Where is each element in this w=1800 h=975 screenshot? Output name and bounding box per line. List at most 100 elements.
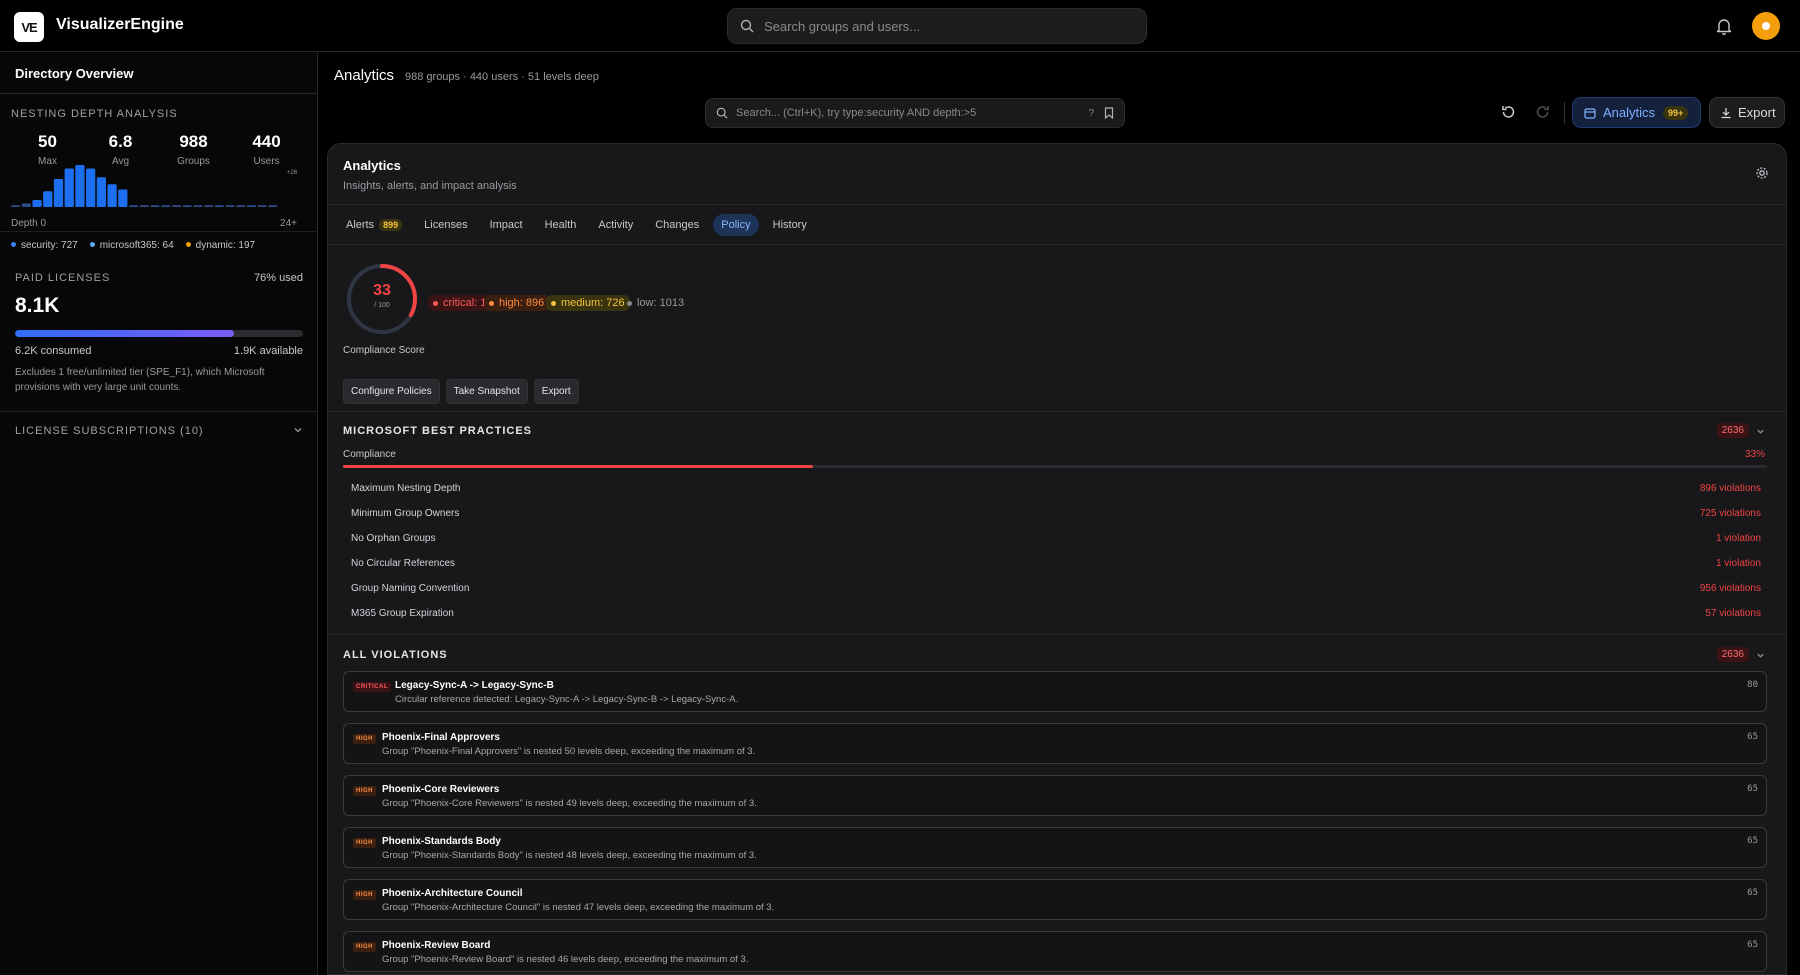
analytics-tabs: Alerts 899 Licenses Impact Health Activit… <box>338 214 815 236</box>
violation-card[interactable]: HIGH Phoenix-Standards Body Group "Phoen… <box>343 827 1767 868</box>
histogram-bar[interactable] <box>257 205 267 207</box>
violation-card[interactable]: HIGH Phoenix-Review Board Group "Phoenix… <box>343 931 1767 972</box>
histogram-bar[interactable] <box>161 205 171 207</box>
severity-medium-badge[interactable]: medium: 726 <box>546 295 630 311</box>
tab-changes[interactable]: Changes <box>647 214 707 236</box>
undo-icon[interactable] <box>1500 104 1516 120</box>
histogram-bar[interactable] <box>150 205 160 207</box>
violation-card[interactable]: HIGH Phoenix-Core Reviewers Group "Phoen… <box>343 775 1767 816</box>
histogram-bar[interactable] <box>203 205 214 207</box>
histogram-bar[interactable] <box>86 168 96 208</box>
violation-title: Phoenix-Architecture Council <box>382 888 523 899</box>
global-search-input[interactable] <box>764 18 1124 34</box>
histogram-bar[interactable] <box>11 205 21 207</box>
chevron-down-icon[interactable] <box>1756 427 1765 436</box>
gear-icon[interactable] <box>1755 166 1769 180</box>
histogram-bar[interactable] <box>236 205 246 207</box>
best-practices-title: MICROSOFT BEST PRACTICES <box>343 425 533 437</box>
compliance-label: Compliance <box>343 449 396 460</box>
severity-low-badge[interactable]: low: 1013 <box>622 295 689 311</box>
tab-label: Changes <box>655 219 700 231</box>
rule-violations: 725 violations <box>1699 508 1761 519</box>
histogram-bar[interactable] <box>171 205 182 207</box>
tab-label: Health <box>544 219 577 231</box>
violation-card[interactable]: CRITICAL Legacy-Sync-A -> Legacy-Sync-B … <box>343 671 1767 712</box>
histogram-bar[interactable] <box>225 205 235 207</box>
rule-row[interactable]: Minimum Group Owners 725 violations <box>351 508 1761 519</box>
histogram-bar[interactable] <box>32 200 42 207</box>
rule-violations: 956 violations <box>1699 583 1761 594</box>
violation-card[interactable]: HIGH Phoenix-Architecture Council Group … <box>343 879 1767 920</box>
severity-badge: HIGH <box>353 786 376 796</box>
legend-dot <box>89 242 95 247</box>
export-button[interactable]: Export <box>1709 97 1785 128</box>
license-subscriptions-toggle[interactable]: LICENSE SUBSCRIPTIONS (10) <box>0 411 318 449</box>
take-snapshot-button[interactable]: Take Snapshot <box>445 379 528 404</box>
rule-row[interactable]: No Orphan Groups 1 violation <box>351 533 1761 544</box>
histogram-bar[interactable] <box>268 205 278 207</box>
rule-name: M365 Group Expiration <box>351 608 454 619</box>
tab-policy[interactable]: Policy <box>713 214 759 236</box>
licenses-used-percent: 76% used <box>254 272 303 284</box>
histogram-bar[interactable] <box>96 177 106 207</box>
analytics-button[interactable]: Analytics 99+ <box>1572 97 1701 128</box>
paid-licenses-section: PAID LICENSES 76% used 8.1K 6.2K consume… <box>0 262 318 395</box>
tab-history[interactable]: History <box>765 214 815 236</box>
query-search[interactable]: ? <box>705 98 1125 128</box>
rule-row[interactable]: M365 Group Expiration 57 violations <box>351 608 1761 619</box>
chevron-down-icon[interactable] <box>1756 651 1765 660</box>
histogram-bar[interactable] <box>64 168 74 208</box>
tab-impact[interactable]: Impact <box>482 214 531 236</box>
search-icon <box>740 19 754 33</box>
query-search-input[interactable] <box>736 107 1066 119</box>
histogram-bar[interactable] <box>139 205 149 207</box>
histogram-bar[interactable] <box>246 205 257 207</box>
policy-export-button[interactable]: Export <box>533 379 579 404</box>
rule-row[interactable]: Maximum Nesting Depth 896 violations <box>351 483 1761 494</box>
tab-label: Alerts <box>346 219 375 231</box>
bookmark-icon[interactable] <box>1104 107 1114 119</box>
panel-title: Analytics <box>343 158 401 173</box>
severity-low-label: low: 1013 <box>637 297 685 309</box>
legend-item: dynamic: 197 <box>185 240 255 251</box>
rule-violations: 1 violation <box>1715 533 1761 544</box>
histogram-bar[interactable] <box>107 184 117 207</box>
legend-item: microsoft365: 64 <box>89 240 174 251</box>
redo-icon[interactable] <box>1535 104 1551 120</box>
severity-high-label: high: 896 <box>499 297 545 309</box>
app-logo[interactable]: VE <box>14 12 44 42</box>
analytics-panel: Analytics Insights, alerts, and impact a… <box>327 143 1787 975</box>
severity-dot <box>489 300 494 306</box>
histogram-bar[interactable] <box>75 165 85 207</box>
histogram-bar[interactable] <box>182 205 192 207</box>
histogram-bar[interactable] <box>21 203 31 208</box>
licenses-total: 8.1K <box>15 294 60 317</box>
violation-card[interactable]: HIGH Phoenix-Final Approvers Group "Phoe… <box>343 723 1767 764</box>
histogram-bar[interactable] <box>128 205 139 207</box>
licenses-note: Excludes 1 free/unlimited tier (SPE_F1),… <box>15 367 265 393</box>
bell-icon[interactable] <box>1714 16 1734 36</box>
tab-alerts[interactable]: Alerts 899 <box>338 214 410 236</box>
rule-row[interactable]: Group Naming Convention 956 violations <box>351 583 1761 594</box>
tab-label: Activity <box>598 219 634 231</box>
tab-activity[interactable]: Activity <box>590 214 641 236</box>
histogram-bar[interactable] <box>43 191 53 207</box>
help-icon[interactable]: ? <box>1088 108 1094 119</box>
rule-name: Group Naming Convention <box>351 583 470 594</box>
analytics-badge: 99+ <box>1663 105 1689 120</box>
user-avatar[interactable] <box>1752 12 1780 40</box>
histogram-bar[interactable] <box>118 189 128 208</box>
histogram-bar[interactable] <box>193 205 203 207</box>
rule-row[interactable]: No Circular References 1 violation <box>351 558 1761 569</box>
severity-high-badge[interactable]: high: 896 <box>484 295 550 311</box>
tab-licenses[interactable]: Licenses <box>416 214 475 236</box>
global-search[interactable] <box>727 8 1147 44</box>
histogram-axis: Depth 0 24+ <box>11 218 297 229</box>
severity-critical-badge[interactable]: critical: 1 <box>428 295 492 311</box>
tab-health[interactable]: Health <box>537 214 585 236</box>
configure-policies-button[interactable]: Configure Policies <box>343 379 440 404</box>
severity-badge: HIGH <box>353 890 376 900</box>
histogram-bar[interactable] <box>214 205 224 207</box>
violation-description: Group "Phoenix-Review Board" is nested 4… <box>382 954 749 965</box>
histogram-bar[interactable] <box>53 179 64 207</box>
